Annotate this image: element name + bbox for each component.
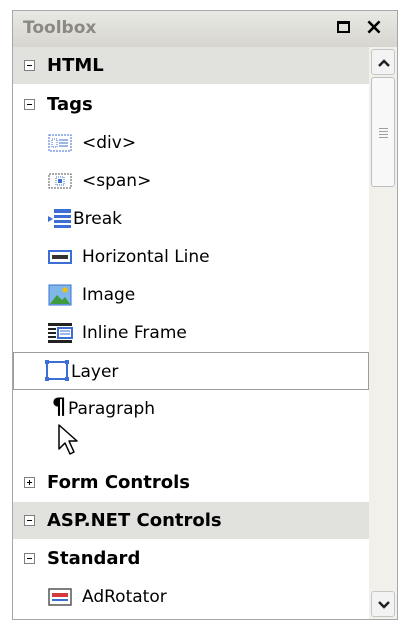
collapse-icon[interactable] xyxy=(24,60,35,71)
category-label: HTML xyxy=(47,55,104,76)
scroll-up-button[interactable] xyxy=(371,49,395,75)
item-label: Inline Frame xyxy=(82,323,187,343)
category-tags[interactable]: Tags xyxy=(13,86,369,124)
list-item-div[interactable]: <div> xyxy=(13,124,369,162)
category-standard[interactable]: Standard xyxy=(13,540,369,578)
category-label: Standard xyxy=(47,548,141,569)
category-asp-net-controls[interactable]: ASP.NET Controls xyxy=(13,502,369,540)
collapse-icon[interactable] xyxy=(24,515,35,526)
item-label: Image xyxy=(82,285,136,305)
list-item-span[interactable]: <span> xyxy=(13,162,369,200)
maximize-icon[interactable] xyxy=(333,17,355,39)
list-item-image[interactable]: Image xyxy=(13,276,369,314)
chevron-down-icon xyxy=(378,601,390,609)
category-form-controls[interactable]: Form Controls xyxy=(13,464,369,502)
item-label: Paragraph xyxy=(68,399,156,419)
layer-icon xyxy=(45,360,69,381)
item-label: <span> xyxy=(82,171,152,191)
item-label: Break xyxy=(73,209,122,229)
mouse-cursor-icon xyxy=(58,424,78,455)
list-item-break[interactable]: Break xyxy=(13,200,369,238)
collapse-icon[interactable] xyxy=(24,99,35,110)
list-item-adrotator[interactable]: AdRotator xyxy=(13,578,369,616)
inline-frame-icon xyxy=(48,323,73,343)
item-label: <div> xyxy=(82,133,137,153)
scrollbar-thumb[interactable] xyxy=(371,77,395,187)
list-item-layer[interactable]: Layer xyxy=(13,352,369,390)
grip-icon xyxy=(379,128,388,140)
category-label: Form Controls xyxy=(47,472,190,493)
vertical-scrollbar[interactable] xyxy=(369,47,397,619)
close-icon[interactable]: × xyxy=(363,17,385,39)
expand-icon[interactable] xyxy=(24,477,35,488)
div-icon xyxy=(48,134,72,152)
category-label: ASP.NET Controls xyxy=(47,510,222,531)
scroll-down-button[interactable] xyxy=(371,591,395,617)
item-label: Layer xyxy=(71,362,119,382)
toolbox-panel: Toolbox × HTML Tags <div> <span> Break H… xyxy=(12,10,398,620)
break-icon xyxy=(48,209,71,228)
item-label: Horizontal Line xyxy=(82,247,210,267)
collapse-icon[interactable] xyxy=(24,553,35,564)
list-item-horizontal-line[interactable]: Horizontal Line xyxy=(13,238,369,276)
toolbox-titlebar[interactable]: Toolbox × xyxy=(13,11,397,47)
category-html[interactable]: HTML xyxy=(13,47,369,85)
image-icon xyxy=(48,284,72,306)
horizontal-line-icon xyxy=(48,250,72,264)
item-label: AdRotator xyxy=(82,587,167,607)
category-label: Tags xyxy=(47,94,93,115)
list-item-inline-frame[interactable]: Inline Frame xyxy=(13,314,369,352)
span-icon xyxy=(48,173,72,189)
adrotator-icon xyxy=(48,588,72,606)
chevron-up-icon xyxy=(378,59,390,67)
toolbox-content: HTML Tags <div> <span> Break Horizontal … xyxy=(13,47,369,619)
toolbox-title: Toolbox xyxy=(23,18,97,38)
